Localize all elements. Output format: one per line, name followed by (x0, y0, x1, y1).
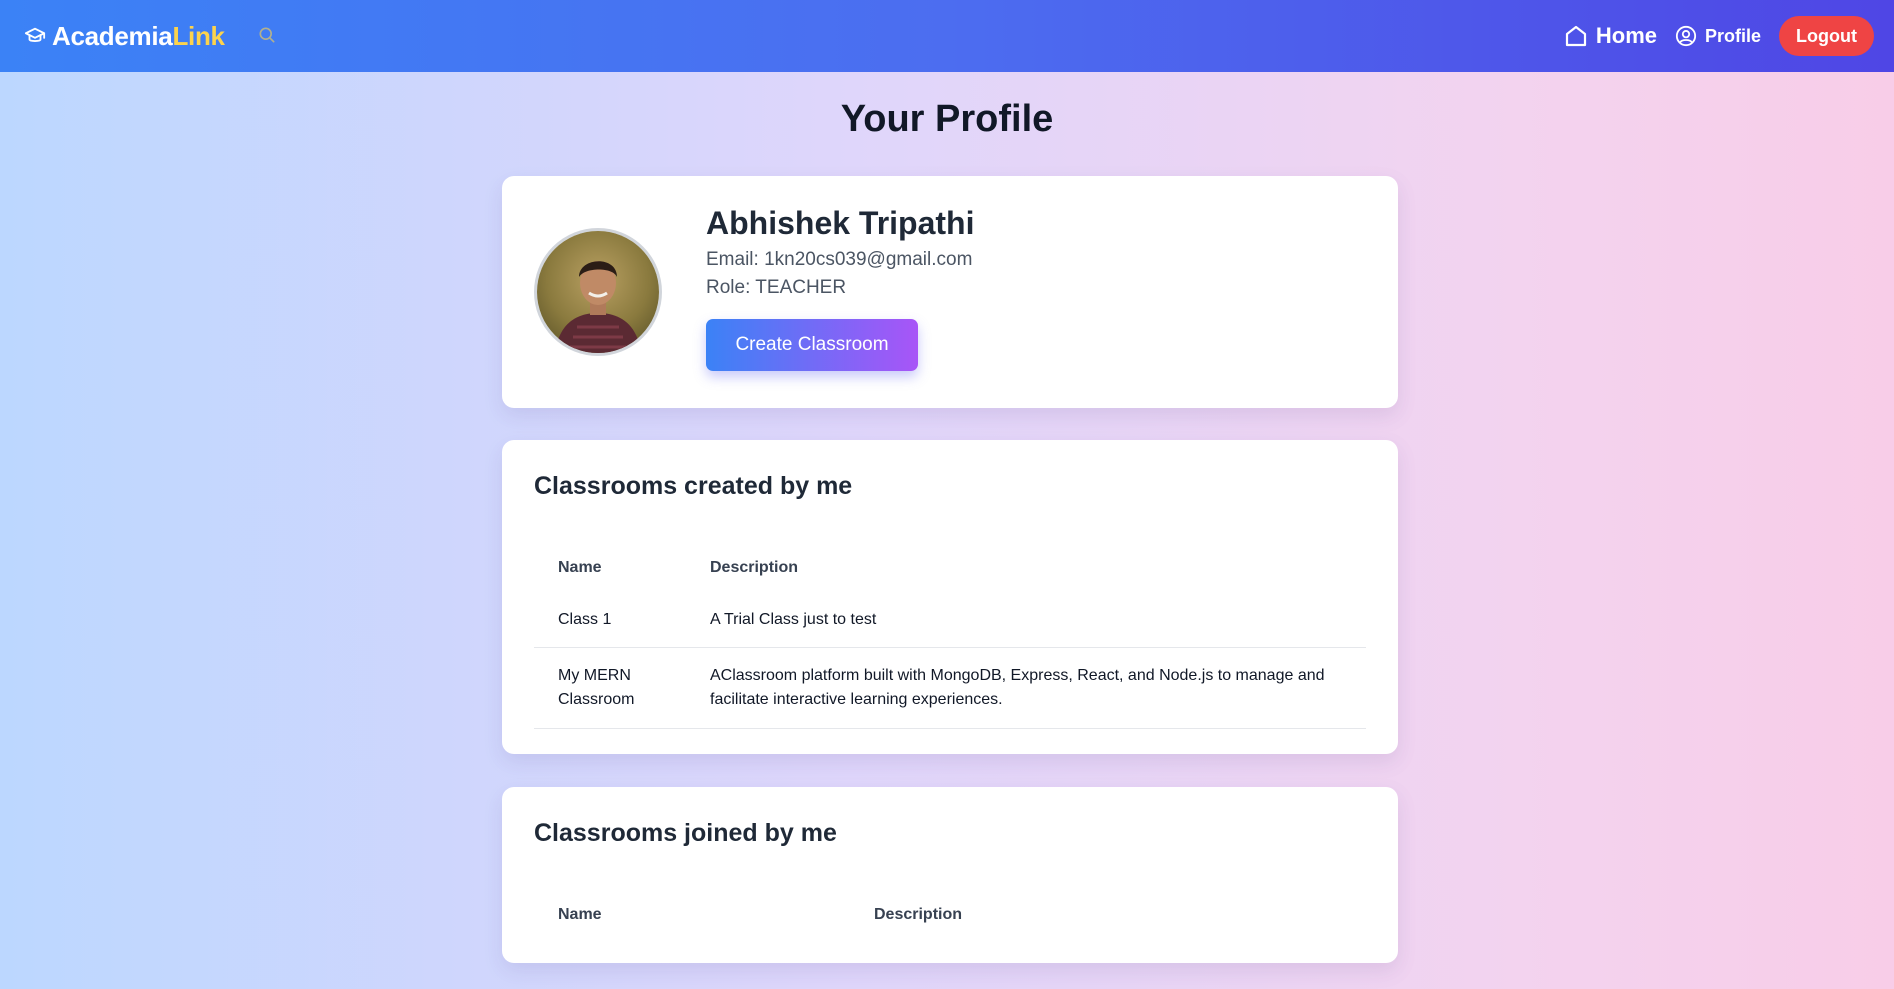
table-header-row: Name Description (534, 891, 1366, 939)
avatar (534, 228, 662, 356)
nav-links: Home Profile Logout (1564, 16, 1874, 56)
classroom-name: My MERN Classroom (558, 667, 635, 708)
page-title: Your Profile (840, 98, 1054, 140)
create-classroom-button[interactable]: Create Classroom (706, 319, 918, 372)
joined-classrooms-table: Name Description (534, 891, 1366, 939)
brand-accent: Link (172, 20, 225, 51)
classroom-description: A Trial Class just to test (710, 610, 877, 628)
table-header-row: Name Description (534, 544, 1366, 592)
nav-profile-label: Profile (1705, 25, 1762, 46)
column-header-description: Description (710, 559, 799, 576)
profile-info: Abhishek Tripathi Email: 1kn20cs039@gmai… (706, 205, 975, 372)
logout-button[interactable]: Logout (1779, 16, 1874, 56)
created-classrooms-card: Classrooms created by me Name Descriptio… (502, 440, 1398, 754)
created-section-title: Classrooms created by me (534, 472, 853, 500)
nav-home-label: Home (1595, 23, 1657, 48)
search-icon[interactable] (257, 25, 279, 47)
table-row[interactable]: Class 1 A Trial Class just to test (534, 592, 1366, 648)
joined-section-title: Classrooms joined by me (534, 819, 837, 847)
user-circle-icon (1675, 25, 1697, 47)
brand-logo[interactable]: AcademiaLink (24, 21, 279, 52)
column-header-description: Description (874, 906, 963, 923)
brand-name: AcademiaLink (52, 21, 225, 52)
created-classrooms-table: Name Description Class 1 A Trial Class j… (534, 544, 1366, 729)
joined-classrooms-card: Classrooms joined by me Name Description (502, 787, 1398, 963)
table-row[interactable]: My MERN Classroom AClassroom platform bu… (534, 648, 1366, 729)
nav-home-link[interactable]: Home (1564, 23, 1657, 49)
graduation-cap-icon (24, 25, 46, 47)
column-header-name: Name (558, 559, 602, 576)
user-role: Role: TEACHER (706, 277, 847, 299)
column-header-name: Name (558, 906, 602, 923)
user-email: Email: 1kn20cs039@gmail.com (706, 249, 973, 271)
brand-main: Academia (52, 20, 173, 51)
classroom-name: Class 1 (558, 610, 612, 628)
classroom-description: AClassroom platform built with MongoDB, … (710, 667, 1325, 708)
profile-card: Abhishek Tripathi Email: 1kn20cs039@gmai… (502, 176, 1398, 408)
navbar: AcademiaLink Home Profile Logout (0, 0, 1894, 72)
nav-profile-link[interactable]: Profile (1675, 25, 1761, 47)
home-icon (1564, 24, 1588, 48)
user-name: Abhishek Tripathi (706, 205, 975, 241)
